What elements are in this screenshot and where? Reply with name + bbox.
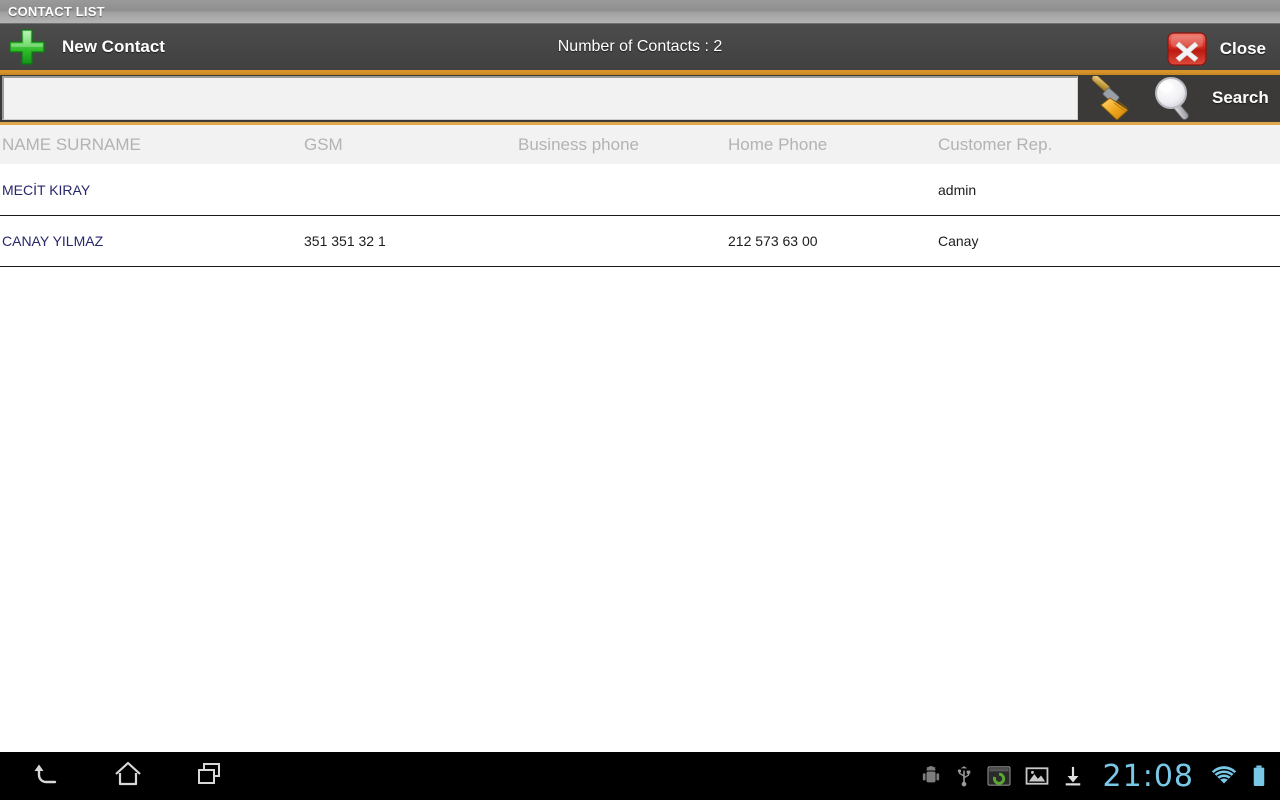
broom-icon: [1084, 74, 1138, 121]
cell-customer-rep: Canay: [938, 233, 979, 249]
contacts-count: Number of Contacts : 2: [557, 38, 723, 55]
column-header-gsm: GSM: [304, 134, 343, 154]
home-button[interactable]: [106, 756, 150, 796]
magnifier-icon: [1149, 74, 1205, 122]
table-row[interactable]: MECİT KIRAY admin: [0, 165, 1280, 216]
search-label[interactable]: Search: [1212, 88, 1269, 108]
new-contact-button[interactable]: New Contact: [0, 26, 165, 68]
plus-icon: [6, 26, 48, 68]
cell-name[interactable]: CANAY YILMAZ: [0, 233, 304, 249]
table-row[interactable]: CANAY YILMAZ 351 351 32 1 212 573 63 00 …: [0, 216, 1280, 267]
android-system-bar: 21:08: [0, 752, 1280, 800]
download-icon: [1063, 765, 1083, 787]
clear-search-button[interactable]: [1078, 72, 1144, 124]
column-header-business-phone: Business phone: [518, 134, 639, 154]
back-arrow-icon: [30, 758, 62, 795]
image-icon: [1025, 766, 1049, 786]
column-header-customer-rep: Customer Rep.: [938, 134, 1053, 154]
close-x-icon: [1166, 31, 1208, 66]
wifi-icon: [1210, 764, 1238, 788]
home-icon: [112, 758, 144, 795]
cell-customer-rep: admin: [938, 182, 977, 198]
close-button[interactable]: Close: [1166, 24, 1266, 73]
table-empty-area: [0, 267, 1280, 737]
search-input[interactable]: [2, 75, 1078, 120]
app-window: CONTACT LIST New Contact Number of Conta…: [0, 0, 1280, 800]
cell-name[interactable]: MECİT KIRAY: [0, 182, 304, 198]
recent-apps-icon: [194, 758, 226, 795]
back-button[interactable]: [24, 756, 68, 796]
close-label: Close: [1219, 38, 1266, 58]
usb-icon: [955, 765, 973, 787]
android-debug-icon: [921, 765, 941, 787]
recent-apps-button[interactable]: [188, 756, 232, 796]
status-icons: 21:08: [921, 759, 1280, 794]
action-bar: New Contact Number of Contacts : 2 Close: [0, 24, 1280, 73]
search-bar: Search: [0, 73, 1280, 125]
table-header-row: NAME SURNAME GSM Business phone Home Pho…: [0, 125, 1280, 165]
column-header-name: NAME SURNAME: [2, 134, 141, 154]
app-sync-icon: [986, 765, 1011, 787]
column-header-home-phone: Home Phone: [728, 134, 828, 154]
window-titlebar: CONTACT LIST: [0, 0, 1280, 24]
contacts-table: NAME SURNAME GSM Business phone Home Pho…: [0, 125, 1280, 737]
search-button[interactable]: [1144, 72, 1210, 124]
new-contact-label: New Contact: [62, 37, 165, 56]
battery-icon: [1252, 764, 1266, 788]
cell-home-phone: 212 573 63 00: [728, 233, 818, 249]
status-clock: 21:08: [1102, 758, 1194, 794]
navigation-buttons: [0, 756, 232, 796]
cell-gsm: 351 351 32 1: [304, 233, 386, 249]
window-title: CONTACT LIST: [8, 4, 105, 19]
